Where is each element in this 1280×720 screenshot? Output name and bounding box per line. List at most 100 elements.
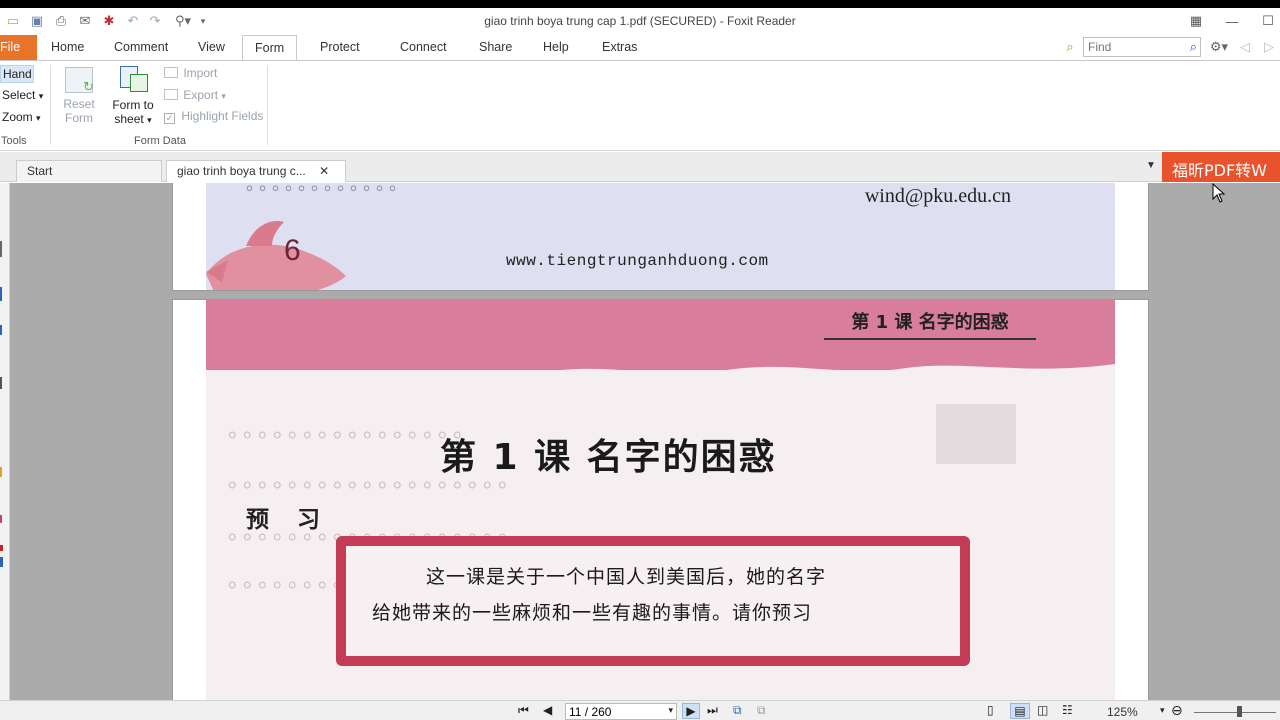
reset-form-label-1: Reset <box>63 97 95 111</box>
signatures-panel-icon[interactable] <box>0 515 2 523</box>
quick-access-dropdown-icon[interactable]: ▾ <box>198 12 208 30</box>
menu-file[interactable]: File <box>0 35 37 60</box>
next-result-icon[interactable]: ▷ <box>1262 38 1276 56</box>
reset-form-icon: ↻ <box>65 67 94 94</box>
previous-page-icon[interactable]: ◀ <box>543 703 552 717</box>
bookmark-panel-icon[interactable] <box>0 241 2 257</box>
next-view-icon[interactable]: ⧉ <box>757 703 766 718</box>
export-icon <box>164 89 178 100</box>
zoom-dropdown-icon[interactable]: ▾ <box>1160 705 1165 716</box>
hand-tool-button[interactable]: Hand <box>0 65 34 83</box>
chevron-down-icon: ▾ <box>221 91 226 101</box>
menu-help[interactable]: Help <box>543 39 569 59</box>
tab-start[interactable]: Start <box>16 160 162 182</box>
chevron-down-icon: ▾ <box>36 113 41 123</box>
zoom-slider-track[interactable] <box>1194 712 1276 713</box>
tools-group-label: Tools <box>1 135 27 147</box>
zoom-tool-button[interactable]: Zoom ▾ <box>2 110 41 124</box>
pages-panel-icon[interactable] <box>0 287 2 301</box>
menu-view[interactable]: View <box>198 39 225 59</box>
customize-toolbar-icon[interactable]: ⚲▾ <box>170 12 196 30</box>
create-pdf-icon[interactable]: ✱ <box>100 12 118 30</box>
page-number-input[interactable] <box>566 704 662 719</box>
menu-bar: File Home Comment View Form Protect Conn… <box>0 35 1280 61</box>
previous-result-icon[interactable]: ◁ <box>1238 38 1252 56</box>
attachments-panel-icon[interactable] <box>0 467 2 477</box>
layers-panel-icon[interactable] <box>0 325 2 335</box>
facing-pages-icon[interactable]: ◫ <box>1037 703 1048 717</box>
ribbon-display-icon[interactable]: ▦ <box>1184 11 1208 31</box>
single-page-icon[interactable]: ▯ <box>987 703 994 717</box>
minimize-icon[interactable]: — <box>1220 11 1244 31</box>
menu-form[interactable]: Form <box>242 35 298 61</box>
highlight-fields-toggle[interactable]: ✓ Highlight Fields <box>164 109 263 124</box>
find-input[interactable] <box>1084 38 1180 56</box>
export-button[interactable]: Export ▾ <box>164 88 226 102</box>
close-icon[interactable]: ✕ <box>319 164 329 178</box>
zoom-out-icon[interactable]: ⊖ <box>1171 702 1183 719</box>
reset-form-button[interactable]: ↻ Reset Form <box>58 65 100 135</box>
tab-document-label: giao trinh boya trung c... <box>177 164 306 178</box>
page-number-box: ▾ <box>565 703 677 720</box>
search-icon[interactable]: ⌕ <box>1190 39 1197 55</box>
ribbon-form: Hand Select ▾ Zoom ▾ Tools ↻ Reset Form … <box>0 60 1280 151</box>
open-folder-icon[interactable]: ▭ <box>4 12 22 30</box>
zoom-label: Zoom <box>2 110 33 124</box>
ad-banner[interactable]: 福昕PDF转W <box>1162 152 1280 182</box>
form-to-sheet-button[interactable]: Form to sheet ▾ <box>108 65 158 135</box>
previous-view-icon[interactable]: ⧉ <box>733 703 742 718</box>
navigation-panel-collapsed[interactable] <box>0 183 10 700</box>
page-email: wind@pku.edu.cn <box>864 185 1011 207</box>
continuous-facing-icon[interactable]: ☷ <box>1062 703 1073 717</box>
menu-comment[interactable]: Comment <box>114 39 168 59</box>
chevron-down-icon[interactable]: ▾ <box>668 705 673 716</box>
highlight-fields-label: Highlight Fields <box>181 109 264 123</box>
form-to-sheet-label-2-text: sheet <box>114 112 144 126</box>
continuous-page-icon[interactable]: ▤ <box>1010 703 1030 719</box>
preview-text-line-2: 给她带来的一些麻烦和一些有趣的事情。请你预习 <box>372 602 813 624</box>
chevron-down-icon: ▾ <box>38 91 44 101</box>
redo-icon[interactable]: ↷ <box>146 12 164 30</box>
select-tool-button[interactable]: Select ▾ <box>2 88 43 102</box>
next-page-icon[interactable]: ▶ <box>682 703 700 719</box>
menu-extras[interactable]: Extras <box>602 39 637 59</box>
menu-protect[interactable]: Protect <box>320 39 360 59</box>
import-label: Import <box>183 66 218 80</box>
save-icon[interactable]: ▣ <box>28 12 46 30</box>
maximize-icon[interactable]: ☐ <box>1256 11 1280 31</box>
screen-top-strip <box>0 0 1280 8</box>
security-panel-icon[interactable] <box>0 545 3 551</box>
lesson-title: 第 1 课 名字的困惑 <box>440 437 777 478</box>
ribbon-separator <box>267 65 268 145</box>
email-icon[interactable]: ✉ <box>76 12 94 30</box>
info-panel-icon[interactable] <box>0 557 3 567</box>
menu-home[interactable]: Home <box>51 39 84 59</box>
form-to-sheet-icon <box>118 66 148 94</box>
import-button[interactable]: Import <box>164 66 217 80</box>
tab-list-dropdown-icon[interactable]: ▼ <box>1146 160 1156 171</box>
first-page-icon[interactable]: ⏮ <box>518 703 529 718</box>
page-scan-image: 第 1 课 名字的困惑 。。。。。。。。。。。。。。。。 。。。。。。。。。。。… <box>206 300 1115 700</box>
zoom-level[interactable]: 125% <box>1107 705 1138 719</box>
zoom-slider-thumb[interactable] <box>1237 706 1242 717</box>
title-bar: ▭ ▣ ⎙ ✉ ✱ ↶ ↷ ⚲▾ ▾ giao trinh boya trung… <box>0 8 1280 35</box>
page-watermark-url: www.tiengtrunganhduong.com <box>506 252 769 270</box>
menu-share[interactable]: Share <box>479 39 512 59</box>
document-viewer[interactable]: 。。。。。。。。。。。。 wind@pku.edu.cn 6 www.tieng… <box>0 183 1280 700</box>
mouse-cursor-icon <box>1212 183 1226 203</box>
export-label: Export <box>183 88 219 102</box>
settings-gear-icon[interactable]: ⚙▾ <box>1205 38 1233 56</box>
menu-connect[interactable]: Connect <box>400 39 447 59</box>
comments-panel-icon[interactable] <box>0 377 2 389</box>
preview-text-line-1: 这一课是关于一个中国人到美国后，她的名字 <box>426 566 827 588</box>
page-number: 6 <box>284 234 301 267</box>
ribbon-separator <box>50 65 51 145</box>
search-folder-icon[interactable]: ⌕ <box>1060 38 1080 56</box>
form-data-group-label: Form Data <box>134 135 186 147</box>
tab-document[interactable]: giao trinh boya trung c... ✕ <box>166 160 346 182</box>
print-icon[interactable]: ⎙ <box>52 12 70 30</box>
import-icon <box>164 67 178 78</box>
undo-icon[interactable]: ↶ <box>124 12 142 30</box>
last-page-icon[interactable]: ⏭ <box>707 703 718 718</box>
reset-form-label-2: Form <box>65 111 93 125</box>
